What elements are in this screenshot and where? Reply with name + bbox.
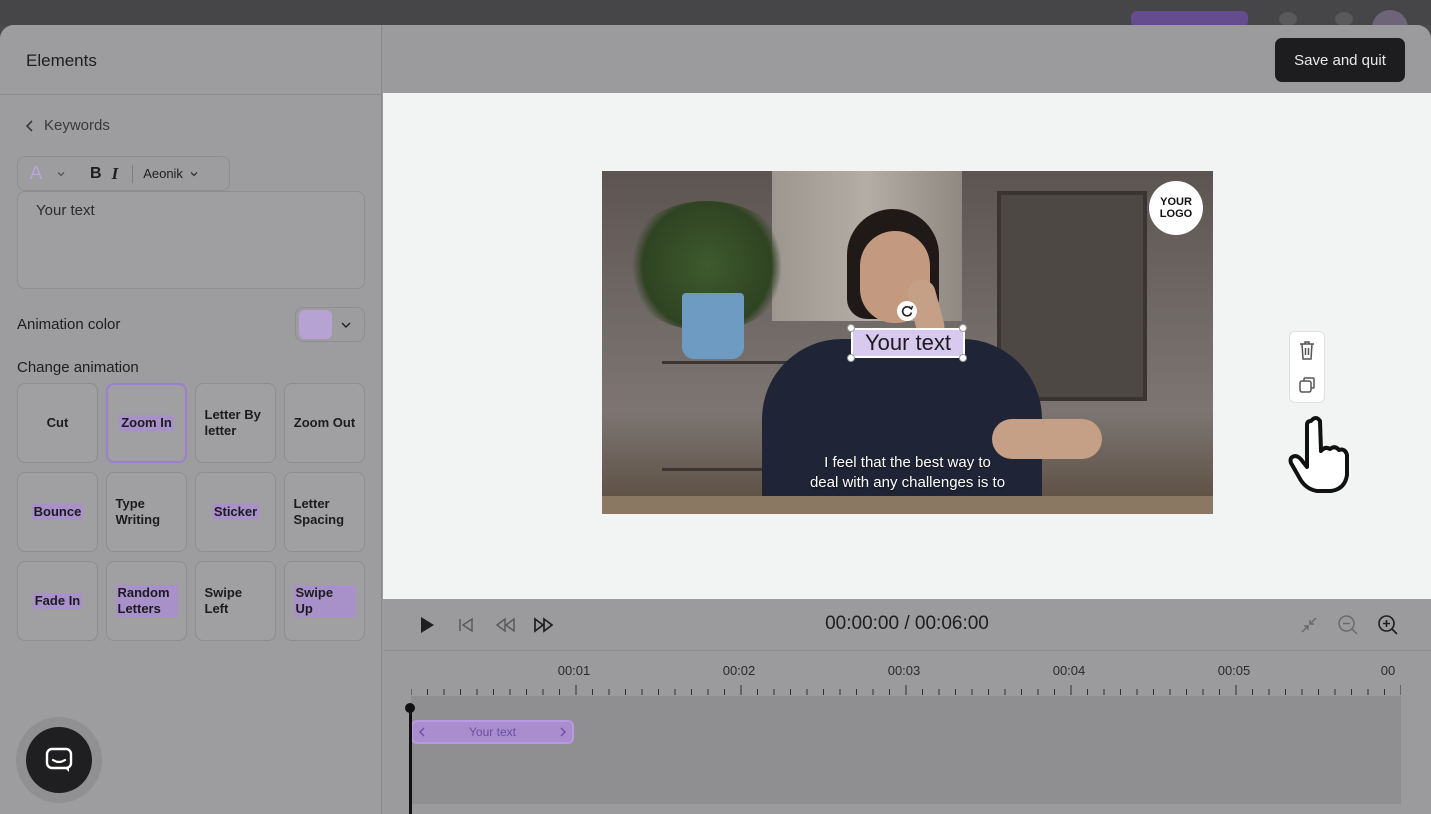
text-color-icon[interactable]: A (26, 163, 46, 185)
chat-icon (45, 747, 73, 772)
tick-label: 00:01 (557, 663, 591, 678)
animation-grid: Cut Zoom In Letter By letter Zoom Out Bo… (17, 383, 366, 641)
resize-handle[interactable] (847, 354, 855, 362)
animation-label: Letter Spacing (293, 496, 345, 527)
text-element[interactable]: Your text (851, 328, 965, 358)
elements-panel: Elements Keywords A B I Aeonik Your text… (0, 25, 382, 814)
color-swatch[interactable] (299, 310, 332, 339)
font-select[interactable]: Aeonik (143, 166, 199, 181)
collapse-icon[interactable] (1297, 613, 1321, 637)
playhead[interactable] (405, 703, 415, 814)
chevron-down-icon[interactable] (56, 169, 66, 179)
text-toolbar: A B I Aeonik (17, 156, 230, 191)
back-label: Keywords (44, 117, 110, 134)
animation-label: Type Writing (115, 496, 161, 527)
animation-option[interactable]: Cut (17, 383, 98, 463)
animation-label: Sticker (211, 504, 260, 520)
back-to-keywords[interactable]: Keywords (24, 117, 110, 134)
animation-label: Cut (46, 415, 69, 431)
animation-option[interactable]: Random Letters (106, 561, 187, 641)
save-and-quit-button[interactable]: Save and quit (1275, 38, 1405, 82)
video-scene-pot (682, 293, 744, 359)
time-readout: 00:00:00 / 00:06:00 (825, 613, 989, 634)
video-preview[interactable]: YOUR LOGO Your text I feel that the best… (602, 171, 1213, 514)
toolbar-divider (132, 164, 134, 183)
tick-label: 00:03 (887, 663, 921, 678)
bold-icon[interactable]: B (90, 165, 102, 183)
italic-icon[interactable]: I (112, 164, 119, 184)
pointer-hand-icon (1288, 416, 1349, 493)
animation-option[interactable]: Zoom Out (284, 383, 365, 463)
element-editor-modal: Elements Keywords A B I Aeonik Your text… (0, 25, 1431, 814)
resize-handle[interactable] (847, 324, 855, 332)
animation-option[interactable]: Swipe Left (195, 561, 276, 641)
notification-icon[interactable] (1335, 12, 1353, 26)
subtitle-line: I feel that the best way to (824, 454, 991, 471)
change-animation-label: Change animation (17, 359, 139, 376)
playback-controls: 00:00:00 / 00:06:00 (383, 599, 1431, 651)
editor-header: Save and quit (383, 25, 1431, 93)
help-icon[interactable] (1279, 12, 1297, 26)
font-name: Aeonik (143, 166, 183, 181)
time-ruler: 00:01 00:02 00:03 00:04 00:05 00 (411, 663, 1401, 695)
animation-option[interactable]: Type Writing (106, 472, 187, 552)
animation-color-picker[interactable] (295, 307, 365, 342)
animation-label: Bounce (31, 504, 84, 520)
element-tools (1289, 331, 1325, 403)
tick-label: 00:02 (722, 663, 756, 678)
trash-icon[interactable] (1297, 339, 1317, 361)
rotate-icon[interactable] (897, 301, 917, 321)
app-topbar (0, 0, 1431, 28)
animation-option[interactable]: Fade In (17, 561, 98, 641)
tick-label: 00:05 (1217, 663, 1251, 678)
resize-handle[interactable] (959, 354, 967, 362)
animation-option[interactable]: Sticker (195, 472, 276, 552)
chat-support-button[interactable] (26, 727, 92, 793)
logo-placeholder[interactable]: YOUR LOGO (1149, 181, 1203, 235)
tick-label: 00 (1380, 663, 1396, 678)
animation-label: Random Letters (115, 585, 178, 617)
chevron-left-icon (25, 119, 33, 132)
timeline-clip[interactable]: Your text (411, 720, 574, 744)
animation-label: Zoom In (119, 415, 174, 431)
ruler-ticks (411, 685, 1401, 695)
subtitle-line: deal with any challenges is to (809, 474, 1006, 492)
panel-title: Elements (0, 25, 381, 95)
chevron-left-icon[interactable] (418, 727, 426, 737)
zoom-out-icon[interactable] (1336, 613, 1360, 637)
animation-option[interactable]: Letter By letter (195, 383, 276, 463)
chevron-down-icon (190, 171, 198, 176)
animation-option[interactable]: Zoom In (106, 383, 187, 463)
tick-label: 00:04 (1052, 663, 1086, 678)
zoom-in-icon[interactable] (1376, 613, 1400, 637)
animation-option[interactable]: Bounce (17, 472, 98, 552)
video-scene-table (602, 496, 1213, 514)
animation-option[interactable]: Letter Spacing (284, 472, 365, 552)
timeline: 00:00:00 / 00:06:00 00:01 00:02 00:03 00… (383, 599, 1431, 814)
timeline-track[interactable]: Your text (411, 696, 1401, 804)
duplicate-icon[interactable] (1297, 375, 1317, 395)
animation-label: Letter By letter (204, 407, 261, 438)
animation-label: Zoom Out (293, 415, 356, 431)
chevron-down-icon (341, 321, 351, 328)
subtitle: I feel that the best way to deal with an… (602, 453, 1213, 494)
chevron-right-icon[interactable] (559, 727, 567, 737)
animation-label: Fade In (32, 593, 83, 609)
animation-option[interactable]: Swipe Up (284, 561, 365, 641)
animation-label: Swipe Up (293, 585, 356, 617)
animation-color-label: Animation color (17, 316, 121, 333)
clip-label: Your text (469, 725, 516, 739)
resize-handle[interactable] (959, 324, 967, 332)
canvas-area: YOUR LOGO Your text I feel that the best… (383, 93, 1431, 599)
text-input[interactable]: Your text (17, 191, 365, 289)
animation-label: Swipe Left (204, 585, 243, 616)
